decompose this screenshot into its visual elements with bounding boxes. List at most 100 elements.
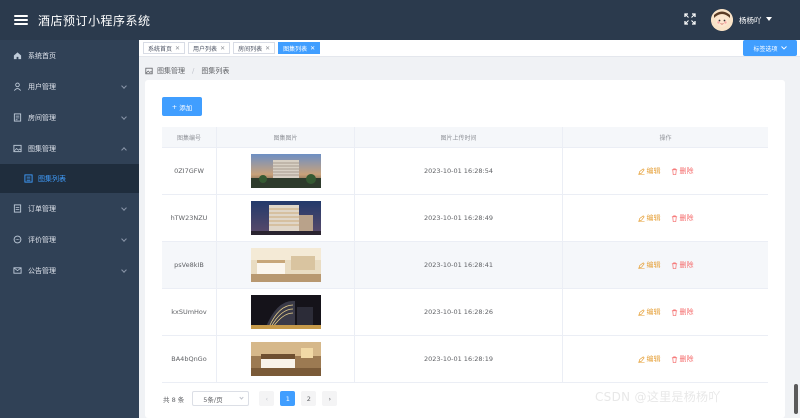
sidebar-item-home[interactable]: 系统首页 bbox=[0, 40, 139, 71]
delete-button[interactable]: 删除 bbox=[671, 354, 694, 364]
edit-button[interactable]: 编辑 bbox=[637, 307, 661, 317]
user-name[interactable]: 杨杨吖 bbox=[739, 15, 762, 26]
add-button[interactable]: + 添加 bbox=[162, 97, 202, 116]
edit-label: 编辑 bbox=[646, 261, 661, 269]
sidebar-item-rooms[interactable]: 房间管理 bbox=[0, 102, 139, 133]
gallery-thumbnail[interactable] bbox=[250, 154, 321, 188]
gallery-thumbnail[interactable] bbox=[250, 201, 321, 235]
sidebar-subitem-gallery-list[interactable]: 图集列表 bbox=[0, 164, 139, 193]
tag-label: 系统首页 bbox=[148, 45, 173, 53]
delete-label: 删除 bbox=[679, 308, 694, 316]
sidebar-item-gallery[interactable]: 图集管理 bbox=[0, 133, 139, 164]
delete-label: 删除 bbox=[679, 214, 694, 222]
chevron-down-icon bbox=[780, 46, 787, 50]
plus-icon: + bbox=[171, 102, 178, 111]
sidebar-item-reviews[interactable]: 评价管理 bbox=[0, 224, 139, 255]
delete-button[interactable]: 删除 bbox=[671, 260, 694, 270]
menu-toggle-icon[interactable] bbox=[14, 15, 28, 25]
sidebar-item-label: 系统首页 bbox=[28, 51, 56, 60]
table-row: kxSUmHov 2023-10-01 16:28:26 编辑 删除 bbox=[162, 289, 768, 336]
scrollbar[interactable] bbox=[794, 384, 798, 414]
table-header: 图集编号 图集图片 图片上传时间 操作 bbox=[162, 127, 768, 148]
close-icon[interactable]: ✕ bbox=[220, 45, 225, 52]
sidebar-item-label: 用户管理 bbox=[28, 82, 56, 91]
edit-label: 编辑 bbox=[646, 355, 661, 363]
chevron-down-icon bbox=[121, 83, 127, 89]
edit-button[interactable]: 编辑 bbox=[637, 260, 661, 270]
chevron-down-icon bbox=[121, 267, 127, 273]
watermark: CSDN @这里是杨杨吖 bbox=[595, 390, 721, 404]
row-actions: 编辑 删除 bbox=[563, 242, 768, 288]
sidebar-item-label: 评价管理 bbox=[28, 235, 56, 244]
page-button-1[interactable]: 1 bbox=[280, 391, 296, 406]
prev-page-button[interactable]: ‹ bbox=[259, 391, 275, 406]
sidebar-item-label: 公告管理 bbox=[28, 266, 56, 275]
edit-button[interactable]: 编辑 bbox=[637, 354, 661, 364]
fullscreen-icon[interactable] bbox=[684, 13, 696, 25]
edit-icon bbox=[637, 355, 645, 363]
chevron-down-icon bbox=[121, 114, 127, 120]
delete-label: 删除 bbox=[679, 261, 694, 269]
tag-label: 用户列表 bbox=[193, 45, 218, 53]
page-size-select[interactable]: 5条/页 bbox=[192, 391, 250, 406]
gallery-id: 0ZI7GFW bbox=[162, 148, 217, 194]
delete-button[interactable]: 删除 bbox=[671, 307, 694, 317]
edit-button[interactable]: 编辑 bbox=[637, 166, 661, 176]
breadcrumb-parent[interactable]: 图集管理 bbox=[157, 66, 185, 76]
close-icon[interactable]: ✕ bbox=[310, 45, 315, 52]
avatar[interactable] bbox=[711, 9, 733, 31]
notice-icon bbox=[13, 266, 22, 275]
next-page-button[interactable]: › bbox=[322, 391, 338, 406]
sidebar-item-label: 房间管理 bbox=[28, 113, 56, 122]
close-icon[interactable]: ✕ bbox=[265, 45, 270, 52]
order-icon bbox=[13, 204, 22, 213]
row-actions: 编辑 删除 bbox=[563, 289, 768, 335]
edit-label: 编辑 bbox=[646, 214, 661, 222]
tag-gallery-list[interactable]: 图集列表 ✕ bbox=[278, 42, 321, 54]
gallery-thumbnail[interactable] bbox=[250, 248, 321, 282]
sidebar: 系统首页 用户管理 房间管理 图集管理 图集列表 订单管理 评价管理 公告管理 bbox=[0, 40, 139, 418]
gallery-id: psVe8kIB bbox=[162, 242, 217, 288]
delete-label: 删除 bbox=[679, 355, 694, 363]
edit-button[interactable]: 编辑 bbox=[637, 213, 661, 223]
upload-time: 2023-10-01 16:28:19 bbox=[355, 336, 563, 382]
trash-icon bbox=[671, 215, 677, 222]
delete-button[interactable]: 删除 bbox=[671, 213, 694, 223]
chevron-up-icon bbox=[121, 147, 127, 153]
close-icon[interactable]: ✕ bbox=[175, 45, 180, 52]
gallery-thumbnail[interactable] bbox=[250, 295, 321, 329]
trash-icon bbox=[671, 356, 677, 363]
chevron-down-icon[interactable] bbox=[766, 17, 772, 21]
breadcrumb-separator: / bbox=[192, 67, 195, 75]
delete-label: 删除 bbox=[679, 167, 694, 175]
table-row: 0ZI7GFW 2023-10-01 16:28:54 编辑 删除 bbox=[162, 148, 768, 195]
sidebar-item-users[interactable]: 用户管理 bbox=[0, 71, 139, 102]
tag-user-list[interactable]: 用户列表 ✕ bbox=[188, 42, 231, 54]
row-actions: 编辑 删除 bbox=[563, 336, 768, 382]
top-navbar: 酒店预订小程序系统 杨杨吖 bbox=[0, 0, 800, 40]
picture-icon bbox=[13, 144, 22, 153]
gallery-image-cell bbox=[217, 195, 355, 241]
upload-time: 2023-10-01 16:28:49 bbox=[355, 195, 563, 241]
gallery-image-cell bbox=[217, 242, 355, 288]
gallery-image-cell bbox=[217, 148, 355, 194]
gallery-thumbnail[interactable] bbox=[250, 342, 321, 376]
sidebar-item-orders[interactable]: 订单管理 bbox=[0, 193, 139, 224]
tag-options-button[interactable]: 标签选项 bbox=[743, 40, 797, 56]
table-row: psVe8kIB 2023-10-01 16:28:41 编辑 删除 bbox=[162, 242, 768, 289]
sidebar-item-notices[interactable]: 公告管理 bbox=[0, 255, 139, 286]
page-button-2[interactable]: 2 bbox=[301, 391, 317, 406]
breadcrumb-current: 图集列表 bbox=[201, 67, 230, 75]
tag-room-list[interactable]: 房间列表 ✕ bbox=[233, 42, 276, 54]
delete-button[interactable]: 删除 bbox=[671, 166, 694, 176]
tag-home[interactable]: 系统首页 ✕ bbox=[143, 42, 186, 54]
pagination: 共 8 条 5条/页 ‹ 1 2 › bbox=[163, 391, 343, 406]
comment-icon bbox=[13, 235, 22, 244]
picture-icon bbox=[145, 67, 153, 75]
gallery-id: kxSUmHov bbox=[162, 289, 217, 335]
gallery-id: BA4bQnGo bbox=[162, 336, 217, 382]
edit-icon bbox=[637, 214, 645, 222]
add-button-label: 添加 bbox=[179, 103, 193, 112]
table-row: BA4bQnGo 2023-10-01 16:28:19 编辑 删除 bbox=[162, 336, 768, 383]
column-header: 图片上传时间 bbox=[355, 127, 563, 147]
